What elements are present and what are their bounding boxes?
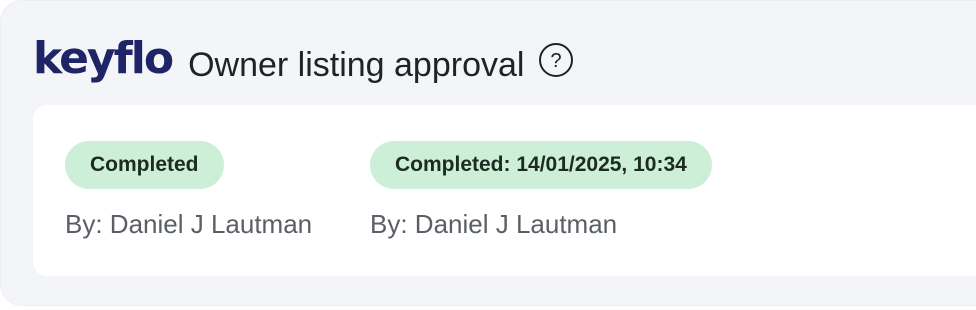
page-title: Owner listing approval [188, 46, 525, 84]
panel-header: keyflo Owner listing approval ? [33, 33, 574, 93]
approved-by-label: By: Daniel J Lautman [370, 209, 618, 239]
status-badge: Completed: 14/01/2025, 10:34 [370, 141, 712, 189]
keyflo-logo: keyflo [33, 33, 174, 84]
approval-entry: Completed: 14/01/2025, 10:34 By: Daniel … [370, 141, 712, 240]
approval-card: Completed By: Daniel J Lautman Completed… [33, 105, 976, 276]
svg-text:?: ? [551, 50, 562, 72]
help-icon[interactable]: ? [538, 42, 574, 78]
approval-entry: Completed By: Daniel J Lautman [65, 141, 312, 240]
status-badge: Completed [65, 141, 224, 189]
approved-by-label: By: Daniel J Lautman [65, 209, 313, 239]
approval-panel: keyflo Owner listing approval ? Complete… [0, 0, 976, 306]
